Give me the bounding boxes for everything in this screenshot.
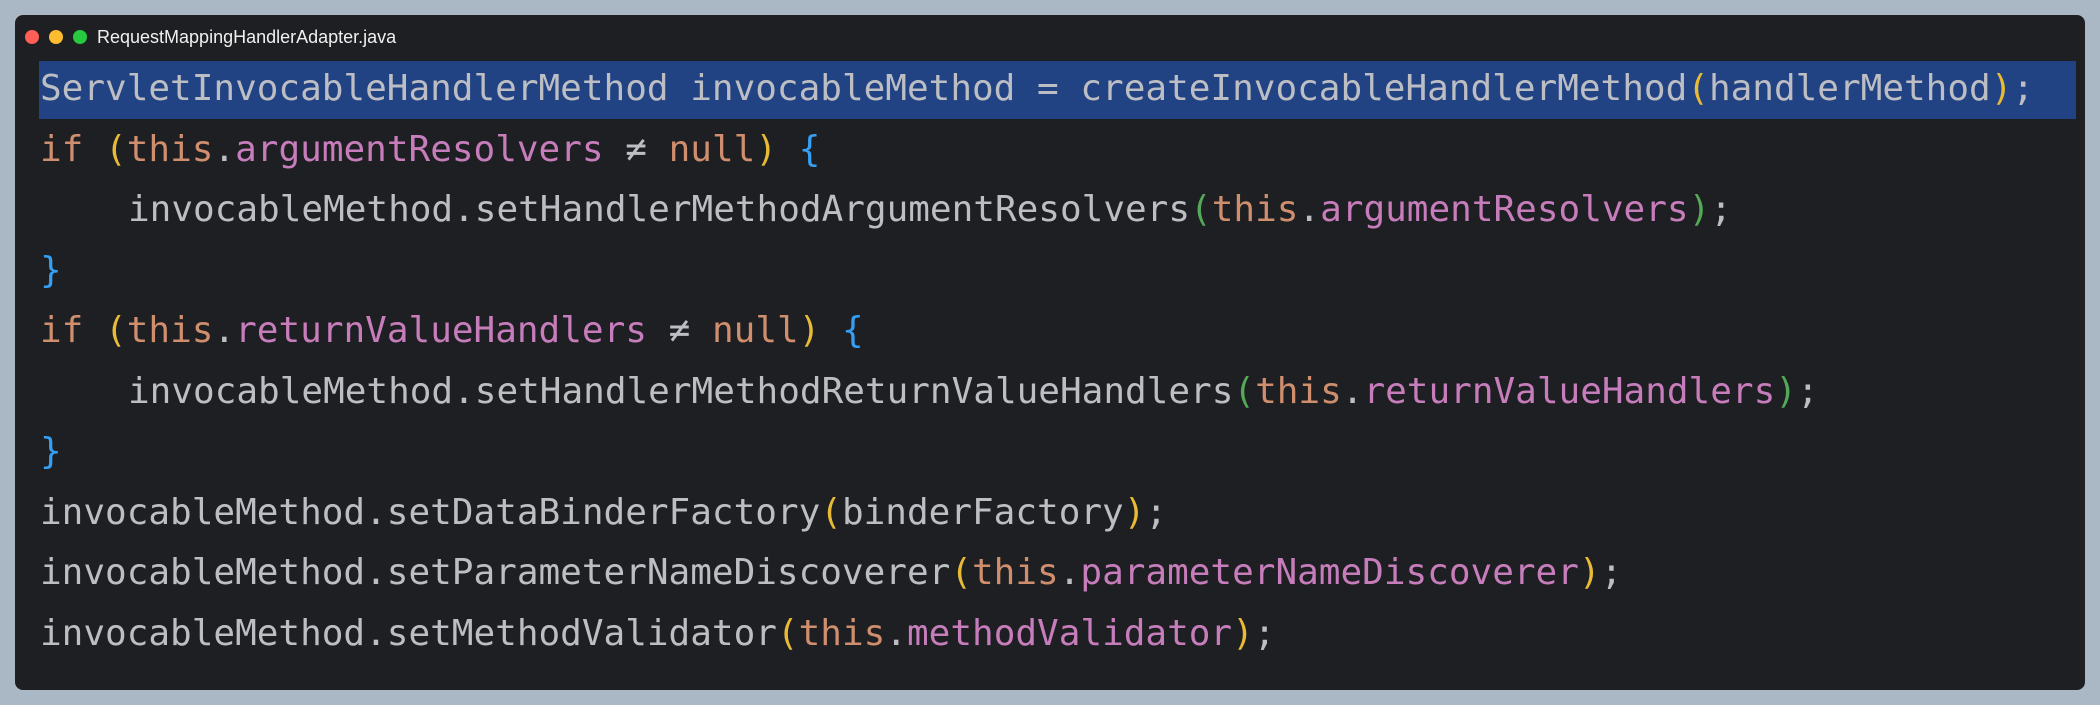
semicolon: ; xyxy=(2012,68,2035,109)
variable-name: invocableMethod xyxy=(690,68,1016,109)
target-variable: invocableMethod xyxy=(40,491,366,533)
zoom-window-button[interactable] xyxy=(73,30,87,44)
dot: . xyxy=(1341,370,1364,412)
keyword-if: if xyxy=(40,310,84,351)
code-line-9[interactable]: invocableMethod.setParameterNameDiscover… xyxy=(15,543,2085,604)
close-paren: ) xyxy=(1123,491,1146,533)
dot: . xyxy=(213,310,236,351)
code-line-7[interactable]: } xyxy=(15,422,2085,483)
target-variable: invocableMethod xyxy=(128,370,454,412)
not-equal-operator: ≠ xyxy=(603,128,669,170)
semicolon: ; xyxy=(1145,491,1168,533)
open-paren: ( xyxy=(950,552,972,593)
code-line-5[interactable]: if (this.returnValueHandlers ≠ null) { xyxy=(15,301,2085,362)
argument: binderFactory xyxy=(841,491,1124,533)
semicolon: ; xyxy=(1600,552,1623,593)
keyword-this: this xyxy=(1255,370,1342,412)
method-call: .setDataBinderFactory xyxy=(365,491,821,533)
dot: . xyxy=(1058,552,1081,593)
keyword-this: this xyxy=(1211,189,1299,230)
semicolon: ; xyxy=(1253,612,1276,654)
method-call: .setMethodValidator xyxy=(365,612,777,654)
code-line-4[interactable]: } xyxy=(15,241,2085,302)
field-name: returnValueHandlers xyxy=(235,310,647,351)
open-brace: { xyxy=(798,128,821,170)
open-paren: ( xyxy=(1190,189,1212,230)
close-paren: ) xyxy=(1232,612,1254,654)
title-bar: RequestMappingHandlerAdapter.java xyxy=(15,15,2085,59)
argument: handlerMethod xyxy=(1708,68,1991,109)
not-equal-operator: ≠ xyxy=(646,310,712,351)
keyword-this: this xyxy=(126,128,214,170)
open-paren: ( xyxy=(1687,68,1709,109)
open-paren: ( xyxy=(105,128,127,170)
semicolon: ; xyxy=(1710,189,1732,230)
close-paren: ) xyxy=(755,128,778,170)
keyword-this: this xyxy=(972,552,1059,593)
field-name: methodValidator xyxy=(907,612,1233,654)
code-editor[interactable]: ServletInvocableHandlerMethod invocableM… xyxy=(15,59,2085,664)
open-brace: { xyxy=(842,310,864,351)
method-call: .setHandlerMethodArgumentResolvers xyxy=(453,189,1191,230)
open-paren: ( xyxy=(1233,370,1256,412)
keyword-this: this xyxy=(126,310,214,351)
type-name: ServletInvocableHandlerMethod xyxy=(40,68,669,109)
file-title: RequestMappingHandlerAdapter.java xyxy=(97,27,397,47)
dot: . xyxy=(1298,189,1321,230)
target-variable: invocableMethod xyxy=(128,189,454,230)
editor-window: RequestMappingHandlerAdapter.java Servle… xyxy=(15,15,2085,690)
close-brace: } xyxy=(40,249,62,291)
code-line-1[interactable]: ServletInvocableHandlerMethod invocableM… xyxy=(15,59,2085,120)
code-line-8[interactable]: invocableMethod.setDataBinderFactory(bin… xyxy=(15,483,2085,544)
close-paren: ) xyxy=(798,310,821,351)
target-variable: invocableMethod xyxy=(40,552,366,593)
keyword-if: if xyxy=(40,128,84,170)
close-paren: ) xyxy=(1775,370,1797,412)
close-paren: ) xyxy=(1688,189,1711,230)
code-line-10[interactable]: invocableMethod.setMethodValidator(this.… xyxy=(15,604,2085,665)
field-name: parameterNameDiscoverer xyxy=(1080,552,1579,593)
open-paren: ( xyxy=(105,310,127,351)
code-line-3[interactable]: invocableMethod.setHandlerMethodArgument… xyxy=(15,180,2085,241)
close-paren: ) xyxy=(1578,552,1601,593)
method-call: .setParameterNameDiscoverer xyxy=(365,552,951,593)
close-brace: } xyxy=(40,431,62,472)
open-paren: ( xyxy=(820,491,842,533)
close-window-button[interactable] xyxy=(25,30,39,44)
keyword-null: null xyxy=(711,310,799,351)
close-paren: ) xyxy=(1990,68,2013,109)
method-call: .setHandlerMethodReturnValueHandlers xyxy=(453,370,1234,412)
keyword-null: null xyxy=(668,128,756,170)
method-call: createInvocableHandlerMethod xyxy=(1080,68,1688,109)
code-line-6[interactable]: invocableMethod.setHandlerMethodReturnVa… xyxy=(15,362,2085,423)
dot: . xyxy=(885,612,907,654)
minimize-window-button[interactable] xyxy=(49,30,63,44)
field-name: returnValueHandlers xyxy=(1363,370,1776,412)
keyword-this: this xyxy=(798,612,886,654)
field-name: argumentResolvers xyxy=(235,128,604,170)
field-name: argumentResolvers xyxy=(1320,189,1689,230)
code-line-2[interactable]: if (this.argumentResolvers ≠ null) { xyxy=(15,120,2085,181)
target-variable: invocableMethod xyxy=(40,612,366,654)
semicolon: ; xyxy=(1796,370,1819,412)
dot: . xyxy=(213,128,236,170)
open-paren: ( xyxy=(776,612,799,654)
assign-operator: = xyxy=(1015,68,1081,109)
